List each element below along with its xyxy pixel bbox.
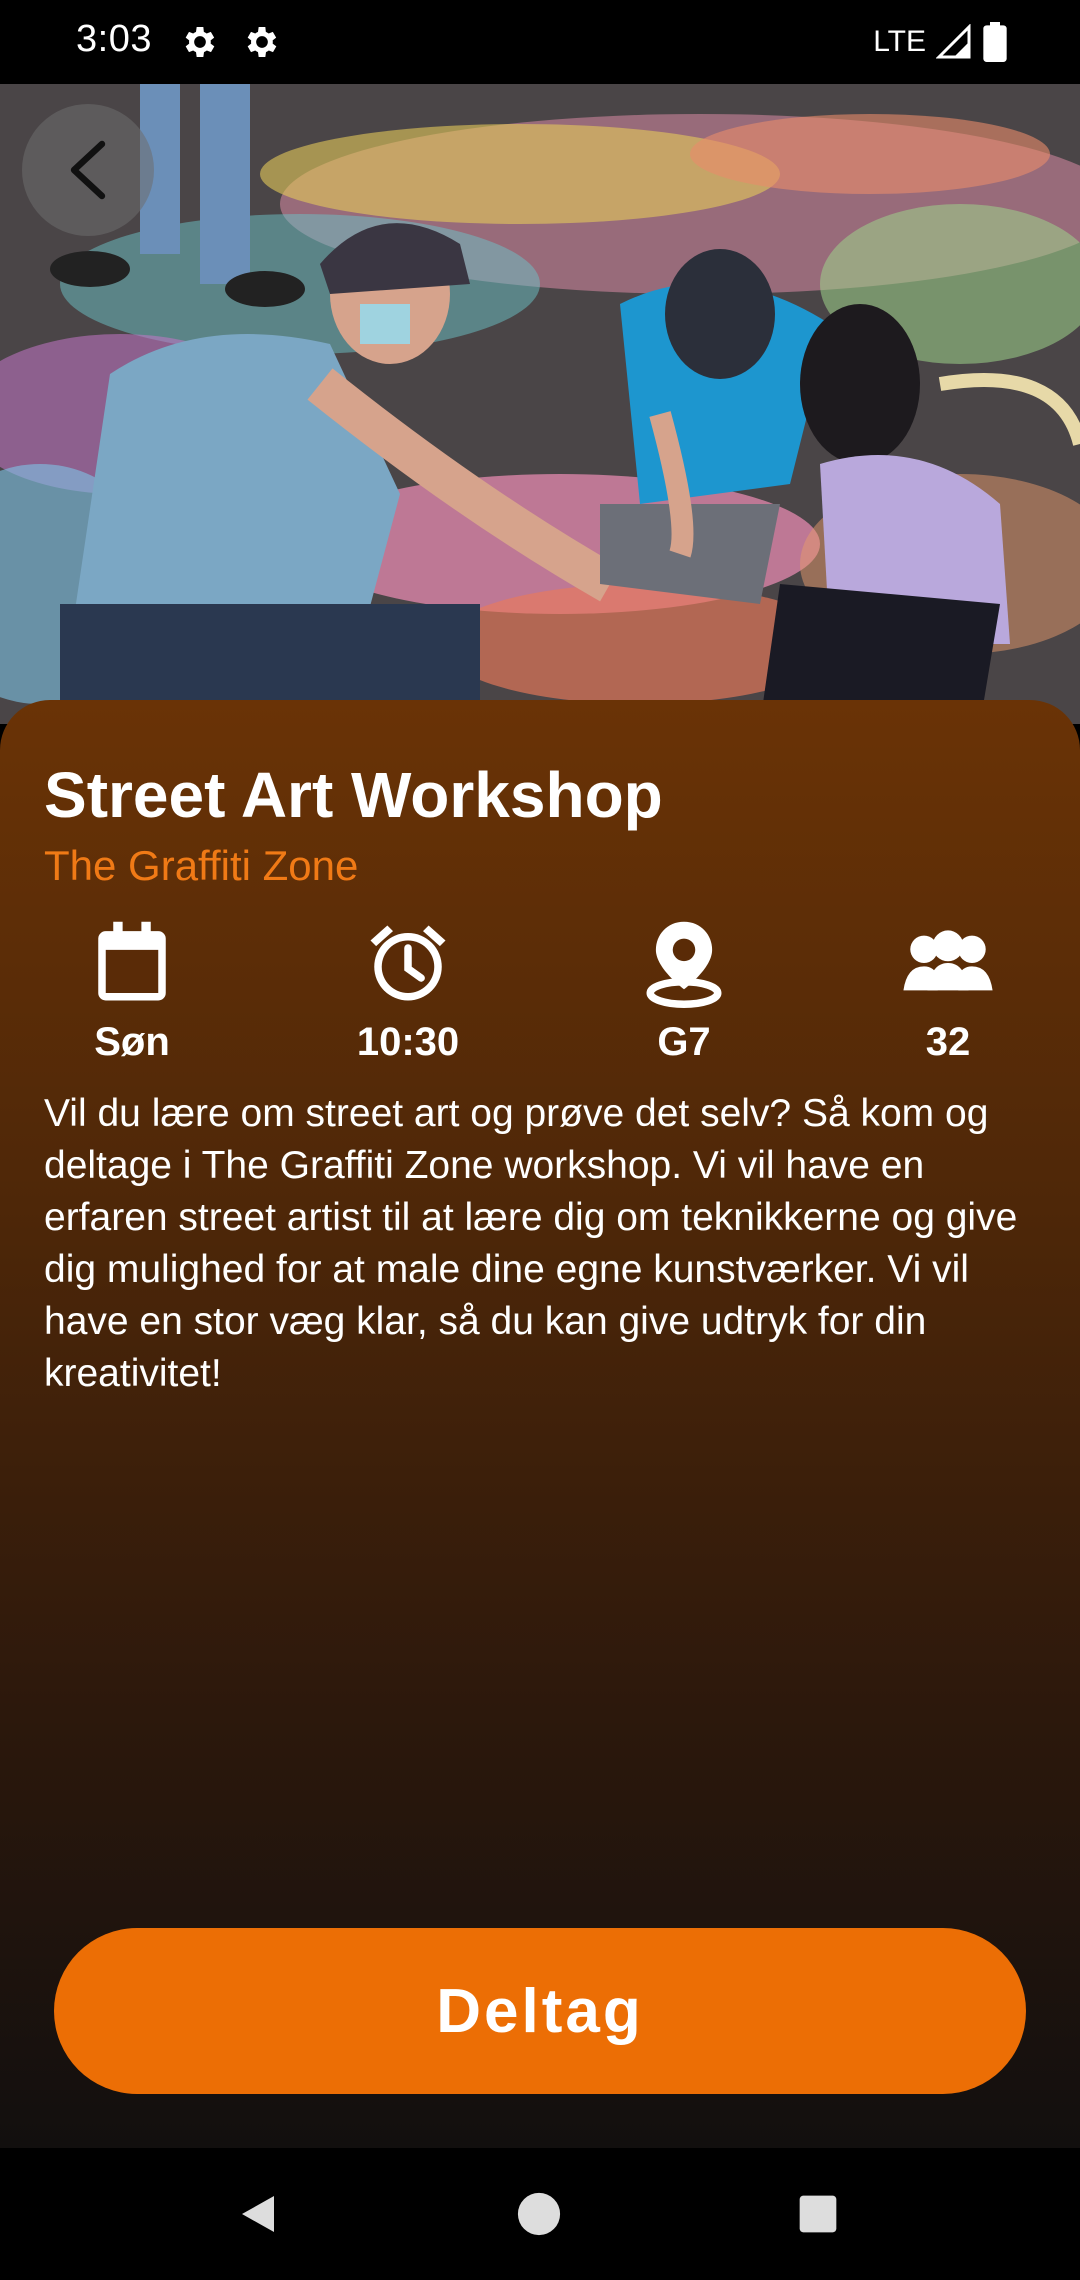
event-title: Street Art Workshop	[44, 759, 663, 831]
status-bar: 3:03 LTE	[0, 0, 1080, 84]
info-time: 10:30	[308, 918, 508, 1065]
chalk-art-photo	[0, 84, 1080, 724]
info-day: Søn	[32, 918, 232, 1065]
nav-recents-button[interactable]	[782, 2178, 854, 2250]
join-button-label: Deltag	[436, 1976, 644, 2046]
event-location-name: The Graffiti Zone	[44, 842, 359, 889]
back-triangle-icon	[242, 2196, 274, 2232]
chevron-left-icon	[70, 140, 106, 200]
settings-gear-icon	[185, 27, 215, 57]
signal-icon	[936, 24, 971, 59]
network-label: LTE	[873, 25, 926, 58]
alarm-clock-icon	[370, 925, 446, 1001]
group-icon	[903, 930, 993, 991]
battery-icon	[983, 22, 1007, 62]
back-button[interactable]	[22, 104, 154, 236]
nav-home-button[interactable]	[503, 2178, 575, 2250]
event-description: Vil du lære om street art og prøve det s…	[44, 1092, 1018, 1395]
status-time: 3:03	[76, 18, 152, 60]
event-day: Søn	[94, 1020, 170, 1064]
settings-gear-icon	[247, 27, 277, 57]
join-button[interactable]: Deltag	[54, 1928, 1026, 2094]
recents-square-icon	[799, 2195, 837, 2233]
event-time: 10:30	[356, 1020, 460, 1064]
calendar-icon	[98, 921, 166, 1001]
map-pin-icon	[646, 921, 722, 1008]
status-right: LTE	[873, 22, 1008, 62]
info-room: G7	[584, 918, 784, 1065]
home-circle-icon	[517, 2192, 561, 2236]
nav-back-button[interactable]	[222, 2178, 294, 2250]
hero-image	[0, 84, 1080, 724]
info-participants: 32	[848, 918, 1048, 1065]
event-room: G7	[657, 1020, 711, 1064]
system-nav-bar	[0, 2148, 1080, 2280]
event-participants: 32	[925, 1020, 971, 1064]
event-detail-card: Street Art Workshop The Graffiti Zone Sø…	[0, 700, 1080, 2148]
